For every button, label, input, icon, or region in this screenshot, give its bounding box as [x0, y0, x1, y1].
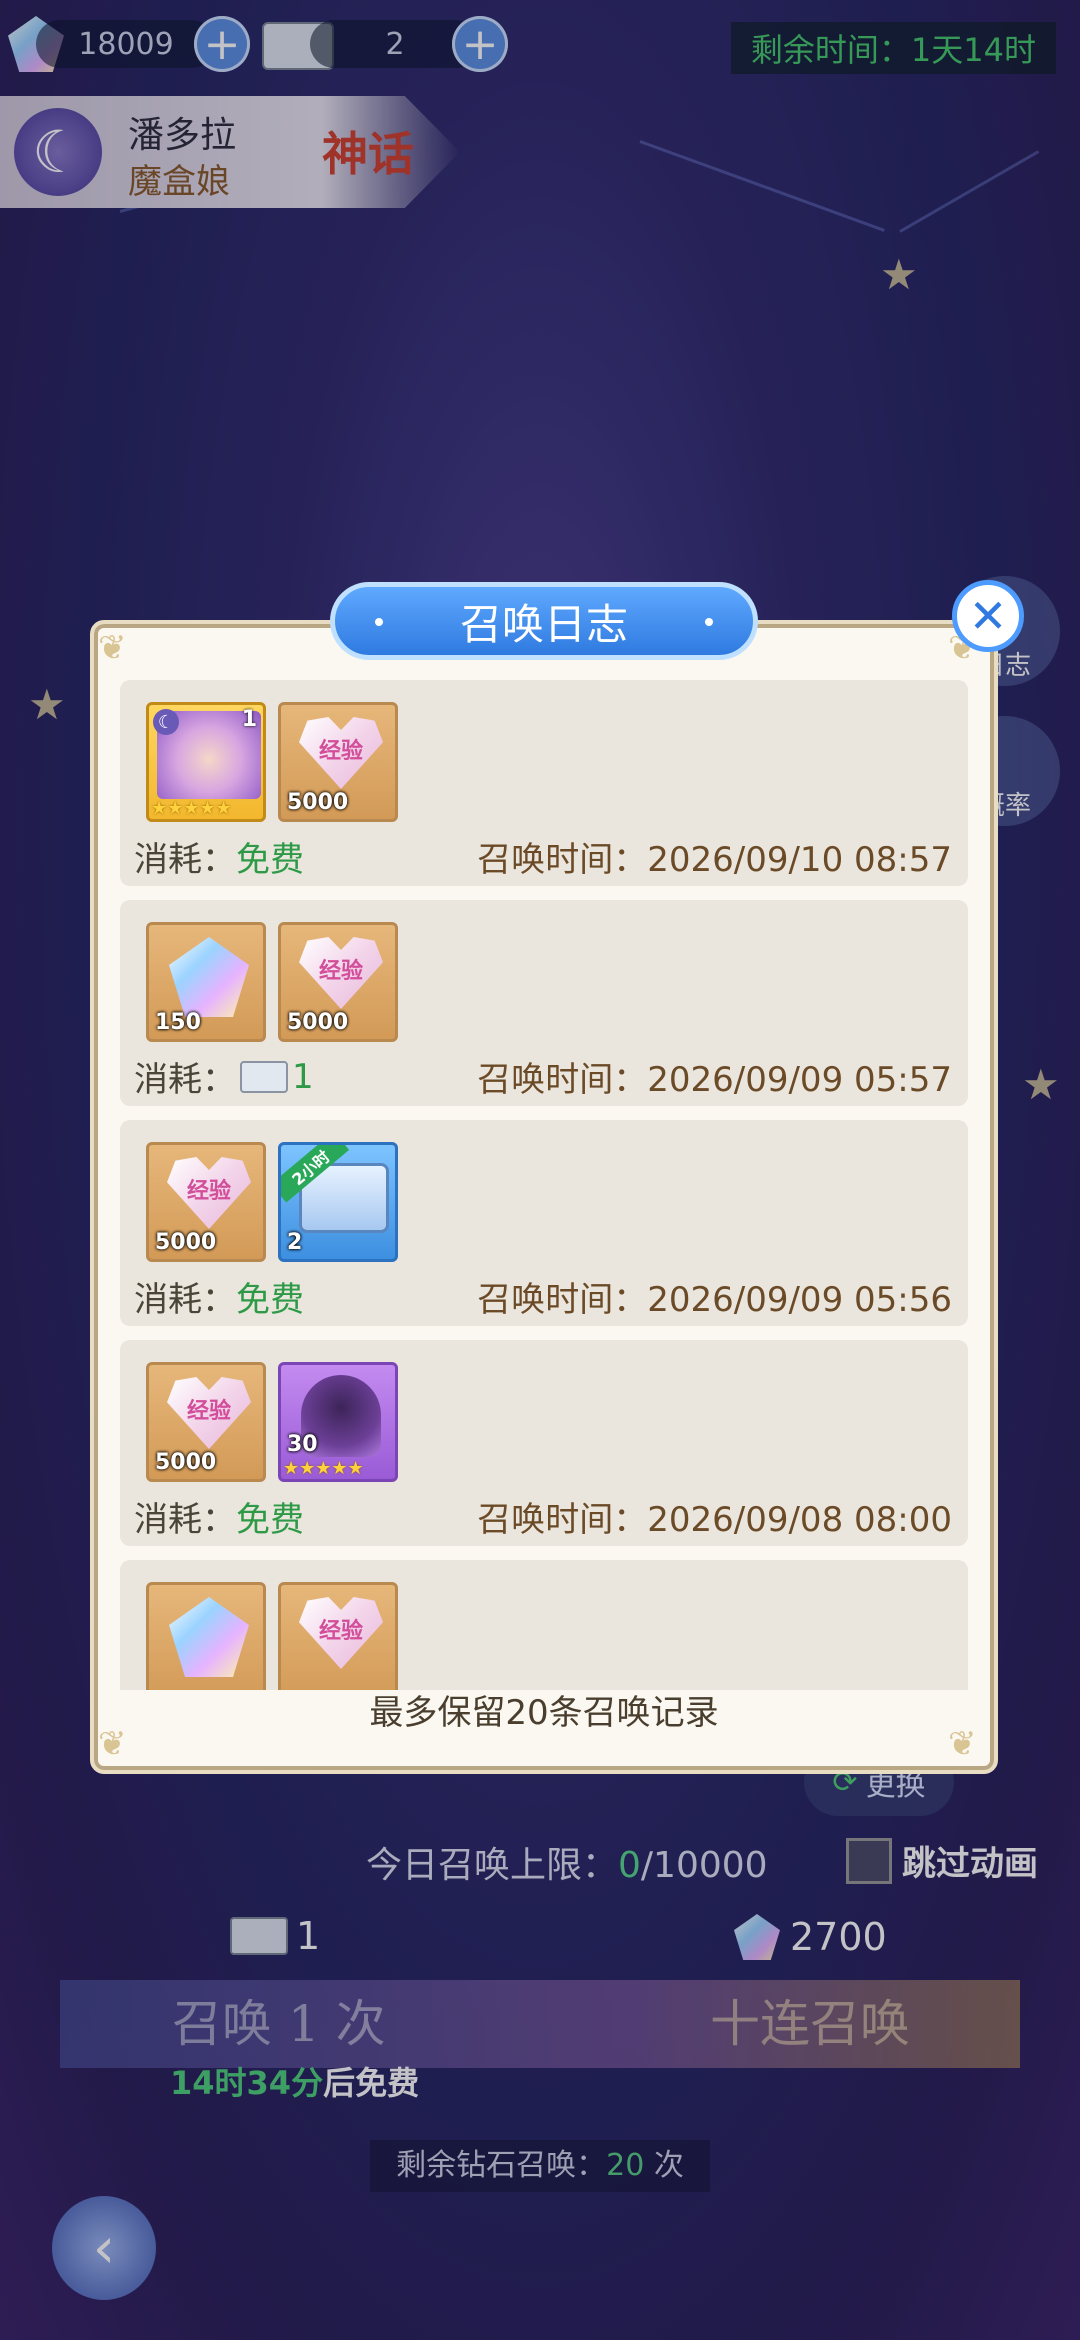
close-icon: ✕ — [968, 589, 1008, 643]
ticket-icon — [240, 1060, 288, 1093]
item-count: 30 — [287, 1432, 318, 1457]
corner-ornament-icon: ❦ — [98, 628, 127, 668]
summon-log-list[interactable]: ☾ 1 ★★★★★ 经验 5000 消耗： 免费 召唤时间：2026/09/10… — [120, 680, 968, 1690]
exp-label: 经验 — [318, 959, 363, 984]
log-entry: 经验 5000 2小时 2 消耗： 免费 召唤时间：2026/09/09 05:… — [120, 1120, 968, 1326]
item-count: 5000 — [155, 1450, 217, 1475]
reward-items: ☾ 1 ★★★★★ 经验 5000 — [146, 702, 398, 826]
hero-level: 1 — [241, 707, 257, 732]
star-rating: ★★★★★ — [283, 1458, 364, 1479]
item-count: 150 — [155, 1010, 201, 1035]
consume-value: 1 — [292, 1056, 314, 1097]
hero-reward-item[interactable]: ☾ 1 ★★★★★ — [146, 702, 266, 822]
consume-info: 消耗： 免费 — [134, 1492, 304, 1541]
item-count: 5000 — [155, 1230, 217, 1255]
exp-reward-item[interactable]: 经验 5000 — [146, 1142, 266, 1262]
consume-label: 消耗： — [134, 1280, 236, 1320]
consume-info: 消耗： 免费 — [134, 1272, 304, 1321]
consume-info: 消耗： 1 — [134, 1052, 314, 1101]
log-entry: 经验 5000 30 ★★★★★ 消耗： 免费 召唤时间：2026/09/08 … — [120, 1340, 968, 1546]
log-entry: 150 经验 5000 消耗： 1 召唤时间：2026/09/09 05:57 — [120, 900, 968, 1106]
moon-badge-icon: ☾ — [153, 709, 179, 735]
exp-reward-item[interactable]: 经验 5000 — [278, 922, 398, 1042]
consume-value: 免费 — [236, 1280, 304, 1320]
log-entry: ☾ 1 ★★★★★ 经验 5000 消耗： 免费 召唤时间：2026/09/10… — [120, 680, 968, 886]
exp-label: 经验 — [186, 1399, 231, 1424]
reward-items: 经验 5000 30 ★★★★★ — [146, 1362, 398, 1486]
max-records-note: 最多保留20条召唤记录 — [369, 1693, 719, 1733]
exp-reward-item[interactable]: 经验 5000 — [278, 702, 398, 822]
summon-time: 召唤时间：2026/09/09 05:57 — [477, 1060, 952, 1100]
summon-time: 召唤时间：2026/09/10 08:57 — [477, 840, 952, 880]
reward-items: 经验 5000 2小时 2 — [146, 1142, 398, 1266]
crystal-icon — [169, 1597, 249, 1677]
summon-log-dialog: ❦ ❦ ❦ ❦ 召唤日志 ✕ ☾ 1 ★★★★★ 经验 5000 消耗： 免费 … — [90, 580, 1024, 1774]
consume-label: 消耗： — [134, 1060, 236, 1100]
dialog-title: 召唤日志 — [459, 599, 628, 649]
dot-decoration — [375, 618, 383, 626]
dialog-title-banner: 召唤日志 — [330, 582, 758, 660]
reward-items: 经验 — [146, 1582, 398, 1690]
exp-reward-item[interactable]: 经验 5000 — [146, 1362, 266, 1482]
consume-info: 消耗： 免费 — [134, 832, 304, 881]
treasure-chest-reward-item[interactable]: 2小时 2 — [278, 1142, 398, 1262]
exp-label: 经验 — [186, 1179, 231, 1204]
consume-value: 免费 — [236, 840, 304, 880]
summon-time: 召唤时间：2026/09/08 08:00 — [477, 1500, 952, 1540]
crystal-icon — [169, 937, 249, 1017]
exp-label: 经验 — [318, 1619, 363, 1644]
item-count: 2 — [287, 1230, 303, 1255]
item-count: 5000 — [287, 1010, 349, 1035]
item-count: 5000 — [287, 790, 349, 815]
consume-label: 消耗： — [134, 840, 236, 880]
log-entry: 经验 — [120, 1560, 968, 1690]
hero-shard-reward-item[interactable]: 30 ★★★★★ — [278, 1362, 398, 1482]
summon-time: 召唤时间：2026/09/09 05:56 — [477, 1280, 952, 1320]
exp-reward-item[interactable]: 经验 — [278, 1582, 398, 1690]
consume-label: 消耗： — [134, 1500, 236, 1540]
consume-value: 免费 — [236, 1500, 304, 1540]
exp-label: 经验 — [318, 739, 363, 764]
close-button[interactable]: ✕ — [952, 580, 1024, 652]
star-rating: ★★★★★ — [151, 798, 232, 819]
dot-decoration — [705, 618, 713, 626]
crystal-reward-item[interactable]: 150 — [146, 922, 266, 1042]
crystal-reward-item[interactable] — [146, 1582, 266, 1690]
reward-items: 150 经验 5000 — [146, 922, 398, 1046]
